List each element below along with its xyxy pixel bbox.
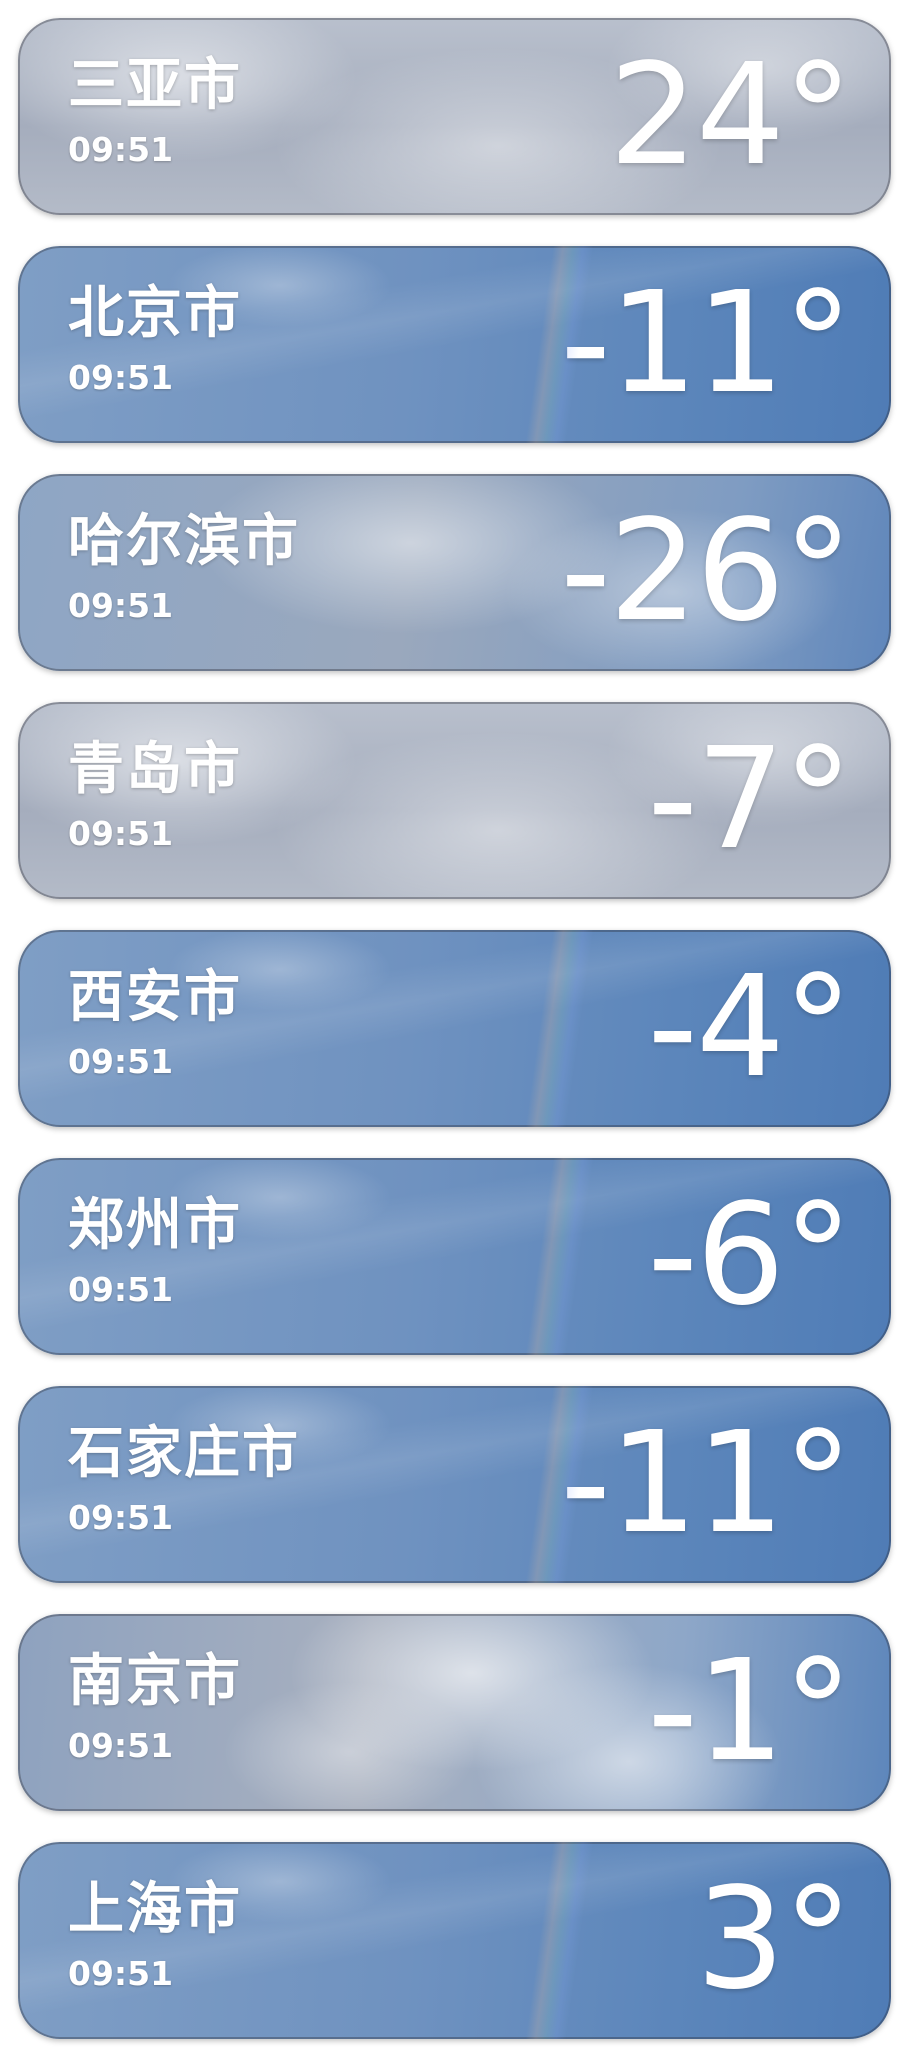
city-time: 09:51 bbox=[68, 586, 174, 625]
city-temperature: 24° bbox=[608, 34, 853, 197]
city-temperature: -26° bbox=[560, 490, 853, 653]
city-time: 09:51 bbox=[68, 1726, 174, 1765]
city-card-nanjing[interactable]: 南京市 09:51 -1° bbox=[18, 1614, 891, 1811]
city-name: 青岛市 bbox=[68, 737, 242, 802]
city-temperature: -7° bbox=[647, 718, 853, 881]
city-card-sanya[interactable]: 三亚市 09:51 24° bbox=[18, 18, 891, 215]
city-time: 09:51 bbox=[68, 1954, 174, 1993]
city-card-qingdao[interactable]: 青岛市 09:51 -7° bbox=[18, 702, 891, 899]
city-card-harbin[interactable]: 哈尔滨市 09:51 -26° bbox=[18, 474, 891, 671]
city-temperature: 3° bbox=[695, 1858, 853, 2021]
city-temperature: -4° bbox=[647, 946, 853, 1109]
city-card-shijiazhuang[interactable]: 石家庄市 09:51 -11° bbox=[18, 1386, 891, 1583]
city-time: 09:51 bbox=[68, 1270, 174, 1309]
city-temperature: -1° bbox=[647, 1630, 853, 1793]
city-list: 三亚市 09:51 24° 北京市 09:51 -11° 哈尔滨市 09:51 … bbox=[18, 18, 891, 2070]
city-time: 09:51 bbox=[68, 814, 174, 853]
city-time: 09:51 bbox=[68, 1042, 174, 1081]
city-name: 哈尔滨市 bbox=[68, 509, 300, 574]
city-temperature: -11° bbox=[560, 1402, 853, 1565]
city-name: 南京市 bbox=[68, 1649, 242, 1714]
city-name: 三亚市 bbox=[68, 53, 242, 118]
city-time: 09:51 bbox=[68, 130, 174, 169]
city-time: 09:51 bbox=[68, 358, 174, 397]
city-name: 石家庄市 bbox=[68, 1421, 300, 1486]
city-temperature: -6° bbox=[647, 1174, 853, 1337]
city-card-shanghai[interactable]: 上海市 09:51 3° bbox=[18, 1842, 891, 2039]
city-card-beijing[interactable]: 北京市 09:51 -11° bbox=[18, 246, 891, 443]
city-card-xian[interactable]: 西安市 09:51 -4° bbox=[18, 930, 891, 1127]
city-name: 西安市 bbox=[68, 965, 242, 1030]
city-card-zhengzhou[interactable]: 郑州市 09:51 -6° bbox=[18, 1158, 891, 1355]
city-name: 郑州市 bbox=[68, 1193, 242, 1258]
city-time: 09:51 bbox=[68, 1498, 174, 1537]
city-temperature: -11° bbox=[560, 262, 853, 425]
city-name: 北京市 bbox=[68, 281, 242, 346]
city-name: 上海市 bbox=[68, 1877, 242, 1942]
